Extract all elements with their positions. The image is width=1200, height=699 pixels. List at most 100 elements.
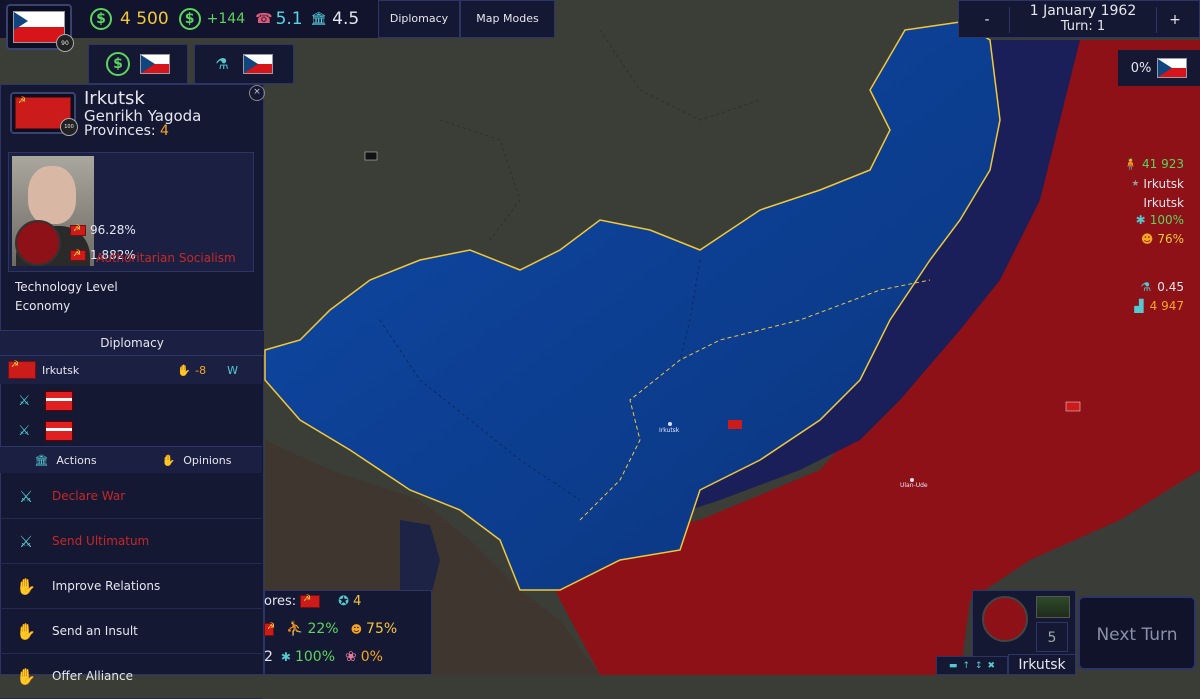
country-flag: 100: [10, 92, 78, 136]
soviet-flag-icon: [8, 360, 36, 379]
crossed-swords-icon: ⚔: [18, 486, 34, 506]
current-date: 1 January 1962: [1029, 3, 1137, 19]
money-small-icon: ▬: [948, 660, 958, 671]
alliance-row[interactable]: ⚔: [0, 418, 262, 444]
stability-icon: ✱: [1135, 213, 1146, 227]
relation-row[interactable]: Irkutsk ✋ -8 W: [0, 356, 262, 384]
economy-value: 4 947: [1149, 299, 1184, 313]
diplomacy-header: Diplomacy: [0, 330, 264, 356]
resource-row: $ 4 500 $ +144 ☎ 5.1 🏛 4.5: [90, 8, 359, 30]
stats-pct-4: 0%: [360, 649, 383, 665]
cz-flag-icon: [242, 54, 273, 74]
stats-label: ores:: [264, 594, 297, 609]
tech-value: 0.45: [1157, 280, 1184, 294]
population-icon: 🧍: [1123, 157, 1138, 171]
tech-label: Technology Level: [15, 280, 118, 294]
provinces-row: Provinces: 4: [84, 123, 169, 139]
hand-icon: ✋: [161, 453, 176, 467]
terrain-thumbnail: [1036, 596, 1070, 618]
capital-value: Irkutsk: [1143, 177, 1184, 191]
stability-value: 100%: [1149, 213, 1184, 227]
happiness-row: ☻ 76%: [1141, 232, 1184, 246]
building-icon: 🏛: [310, 11, 328, 27]
top-right-percent: 0%: [1130, 60, 1152, 76]
swords-shield-icon: ⚔: [18, 531, 34, 551]
soviet-flag-icon: [70, 224, 86, 236]
flag-icon: [44, 391, 73, 411]
relation-hand-icon: ✋: [177, 363, 192, 377]
actions-tab-label: Actions: [56, 453, 97, 467]
date-panel: - 1 January 1962 Turn: 1 +: [958, 0, 1200, 38]
phone-value: 5.1: [275, 9, 303, 29]
stats-pct-1: 22%: [307, 621, 339, 637]
country-flag-badge: 100: [60, 118, 78, 136]
offer-alliance-button[interactable]: ✋ Offer Alliance: [0, 654, 262, 699]
province-pie-chart[interactable]: [982, 596, 1028, 642]
speed-down-button[interactable]: -: [965, 7, 1010, 33]
happiness-icon: ☻: [350, 622, 363, 636]
stats-pct-3: 100%: [294, 649, 336, 665]
provinces-value: 4: [160, 123, 169, 139]
map-label-city-2: Ulan-Ude: [900, 482, 928, 489]
soviet-flag-icon: [264, 622, 275, 636]
province-icon-bar: ▬ ↑ ↕ ✖: [936, 656, 1008, 675]
top-right-indicator[interactable]: 0%: [1118, 50, 1200, 86]
population-value: 41 923: [1142, 157, 1184, 171]
income-icon: $: [178, 8, 201, 30]
tech-row: ⚗ 0.45: [1141, 280, 1184, 294]
economy-row: ▟ 4 947: [1134, 299, 1184, 313]
declare-war-button[interactable]: ⚔ Declare War: [0, 474, 262, 519]
research-subtab[interactable]: ⚗: [194, 44, 294, 84]
happiness-value: 76%: [1157, 232, 1184, 246]
hand-icon: ✋: [16, 621, 36, 641]
soviet-flag-icon: [70, 249, 86, 261]
handshake-icon: ✋: [16, 576, 36, 596]
player-flag-button[interactable]: 90: [6, 4, 74, 52]
stats-num: 2: [264, 649, 273, 665]
flag-icon: [44, 421, 73, 441]
improve-relations-button[interactable]: ✋ Improve Relations: [0, 564, 262, 609]
send-ultimatum-button[interactable]: ⚔ Send Ultimatum: [0, 519, 262, 564]
speed-up-button[interactable]: +: [1156, 7, 1193, 33]
pin-icon: ↑: [962, 660, 970, 671]
relation-value: -8: [195, 363, 207, 377]
crossed-swords-shield-icon: ⚔: [18, 423, 31, 439]
relation-country: Irkutsk: [42, 363, 80, 377]
phone-icon: ☎: [255, 11, 273, 27]
soviet-flag-icon: [300, 594, 321, 608]
arrows-icon: ↕: [974, 660, 983, 671]
next-turn-button[interactable]: Next Turn: [1078, 596, 1196, 670]
close-icon[interactable]: ×: [249, 85, 265, 101]
war-row[interactable]: ⚔: [0, 388, 262, 414]
money-value: 4 500: [120, 9, 169, 29]
income-value: +144: [206, 11, 246, 27]
lotus-icon: ❀: [345, 649, 357, 665]
economy-label: Economy: [15, 299, 71, 313]
bottom-stats-row-1: ores: ✪ 4: [264, 594, 361, 609]
stability-row: ✱ 100%: [1136, 213, 1184, 227]
stability-icon: ✱: [280, 650, 291, 664]
tab-map-modes[interactable]: Map Modes: [460, 0, 555, 38]
support-pie-chart: [15, 220, 61, 266]
happiness-icon: ☻: [1140, 232, 1154, 246]
tab-actions[interactable]: 🏛 Actions: [0, 446, 131, 473]
support-value-1: 96.28%: [90, 223, 136, 237]
provinces-label: Provinces:: [84, 123, 156, 139]
tab-diplomacy[interactable]: Diplomacy: [378, 0, 460, 38]
factory-icon: ▟: [1134, 299, 1144, 313]
capital-row: ★ Irkutsk: [1131, 177, 1184, 191]
support-row-1: 96.28%: [70, 223, 136, 237]
building-icon: 🏛: [34, 453, 49, 467]
money-icon: $: [90, 8, 112, 30]
population-row: 🧍 41 923: [1123, 157, 1184, 171]
tab-opinions[interactable]: ✋ Opinions: [131, 446, 262, 473]
send-insult-button[interactable]: ✋ Send an Insult: [0, 609, 262, 654]
current-turn: Turn: 1: [1060, 19, 1106, 34]
relation-letter: W: [227, 363, 238, 377]
region-value: Irkutsk: [1143, 196, 1184, 210]
flask-icon: ⚗: [1140, 280, 1152, 294]
army-icon: ✪: [338, 594, 350, 609]
alliance-icon: ✋: [16, 666, 36, 686]
flask-icon: ⚗: [215, 55, 229, 73]
economy-subtab[interactable]: $: [88, 44, 188, 84]
